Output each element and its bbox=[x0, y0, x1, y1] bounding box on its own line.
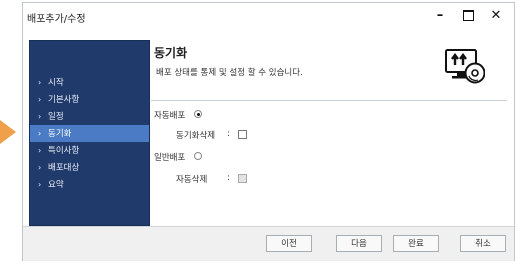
sync-deploy-icon bbox=[445, 49, 485, 84]
cancel-button[interactable]: 취소 bbox=[460, 235, 506, 252]
sidebar-item-label: 특이사항 bbox=[48, 146, 80, 156]
sidebar-item-label: 동기화 bbox=[48, 129, 72, 139]
title-bar[interactable]: 배포추가/수정 – ✕ bbox=[23, 3, 514, 32]
page-title: 동기화 bbox=[154, 46, 188, 60]
sidebar-item-label: 배포대상 bbox=[48, 163, 80, 173]
auto-delete-label: 자동삭제 bbox=[176, 175, 208, 185]
general-deploy-label: 일반배포 bbox=[154, 153, 186, 163]
page-description: 배포 상태를 통제 및 설정 할 수 있습니다. bbox=[156, 68, 303, 78]
finish-button[interactable]: 완료 bbox=[393, 235, 439, 252]
sync-delete-label: 동기화삭제 bbox=[176, 131, 216, 141]
wizard-sidebar: › 시작 › 기본사항 › 일정 › 동기화 › 특이사항 › 배포대상 › 요약 bbox=[29, 40, 150, 226]
header-divider bbox=[151, 100, 507, 101]
chevron-right-icon: › bbox=[38, 146, 42, 155]
chevron-right-icon: › bbox=[38, 112, 42, 121]
auto-delete-separator: : bbox=[227, 173, 230, 183]
maximize-button[interactable] bbox=[457, 7, 479, 25]
sidebar-item-basics[interactable]: › 기본사항 bbox=[30, 91, 149, 108]
auto-deploy-radio[interactable] bbox=[194, 110, 202, 118]
sidebar-item-sync[interactable]: › 동기화 bbox=[30, 125, 149, 142]
chevron-right-icon: › bbox=[38, 163, 42, 172]
sidebar-item-label: 기본사항 bbox=[48, 95, 80, 105]
sidebar-item-targets[interactable]: › 배포대상 bbox=[30, 159, 149, 176]
window-title: 배포추가/수정 bbox=[27, 14, 86, 25]
sidebar-item-start[interactable]: › 시작 bbox=[30, 74, 149, 91]
chevron-right-icon: › bbox=[38, 180, 42, 189]
general-deploy-radio[interactable] bbox=[194, 152, 202, 160]
pointer-arrow-icon bbox=[0, 120, 16, 144]
minimize-button[interactable]: – bbox=[429, 7, 451, 25]
next-button[interactable]: 다음 bbox=[336, 235, 382, 252]
chevron-right-icon: › bbox=[38, 129, 42, 138]
footer-bar: 이전 다음 완료 취소 bbox=[23, 226, 514, 261]
maximize-icon bbox=[462, 10, 474, 21]
sidebar-item-label: 일정 bbox=[48, 112, 64, 122]
auto-delete-checkbox bbox=[238, 174, 247, 183]
sidebar-item-notes[interactable]: › 특이사항 bbox=[30, 142, 149, 159]
sync-delete-separator: : bbox=[227, 129, 230, 139]
chevron-right-icon: › bbox=[38, 78, 42, 87]
sidebar-item-schedule[interactable]: › 일정 bbox=[30, 108, 149, 125]
sidebar-item-label: 시작 bbox=[48, 78, 64, 88]
auto-deploy-label: 자동배포 bbox=[154, 111, 186, 121]
prev-button[interactable]: 이전 bbox=[266, 235, 312, 252]
sync-delete-checkbox[interactable] bbox=[238, 130, 247, 139]
content-panel: 동기화 배포 상태를 통제 및 설정 할 수 있습니다. 자동배포 동기화삭제 … bbox=[151, 40, 507, 224]
chevron-right-icon: › bbox=[38, 95, 42, 104]
sidebar-item-label: 요약 bbox=[48, 180, 64, 190]
dialog-window: 배포추가/수정 – ✕ › 시작 › 기본사항 › 일정 › 동기화 › 특이사항 › 배포… bbox=[22, 2, 515, 261]
sidebar-item-summary[interactable]: › 요약 bbox=[30, 176, 149, 193]
close-button[interactable]: ✕ bbox=[485, 7, 507, 25]
